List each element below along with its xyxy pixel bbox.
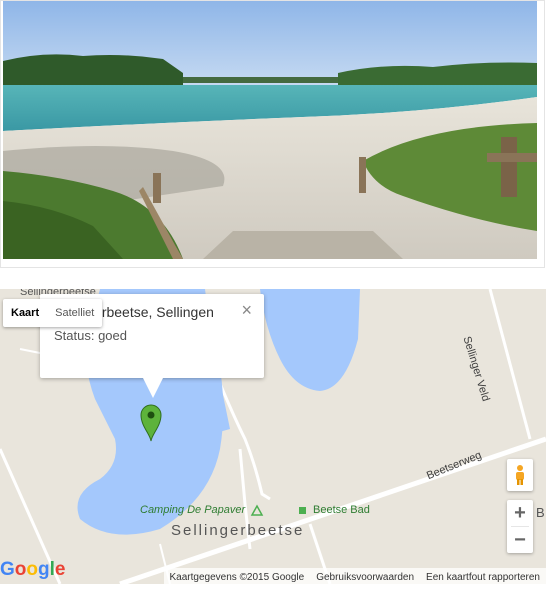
google-logo[interactable]: Google [0,559,65,581]
pegman-figure-icon [516,465,524,485]
info-window-tail [143,378,163,398]
map-marker-icon[interactable] [140,404,162,442]
map-view[interactable]: Sellingerbeetse Sellinger Veld Beetserwe… [0,289,546,584]
map-type-kaart-button[interactable]: Kaart [3,299,47,327]
poi-icon[interactable] [299,507,306,514]
beetse-bad-label: Beetse Bad [313,504,370,516]
lake-water [260,289,360,391]
lake-beach-photo [3,1,537,259]
close-icon[interactable]: × [241,300,252,321]
terms-link[interactable]: Gebruiksvoorwaarden [316,572,414,583]
town-label: Sellingerbeetse [171,522,305,539]
camping-icon[interactable] [250,504,264,516]
map-type-control[interactable]: Kaart Satelliet [3,299,103,327]
zoom-control[interactable]: + − [507,500,533,553]
pegman-icon[interactable] [507,459,533,491]
photo-card [0,0,545,268]
zoom-out-button[interactable]: − [507,527,533,553]
edge-label: B [536,505,545,520]
map-type-satellite-button[interactable]: Satelliet [47,299,102,327]
attribution-bar: Kaartgegevens ©2015 Google Gebruiksvoorw… [163,568,546,584]
info-window-status: Status: goed [54,328,127,343]
map-data-attribution: Kaartgegevens ©2015 Google [169,571,305,583]
camping-label: Camping De Papaver [140,504,246,516]
zoom-in-button[interactable]: + [507,500,533,526]
road [488,289,532,440]
report-error-link[interactable]: Een kaartfout rapporteren [426,572,540,583]
